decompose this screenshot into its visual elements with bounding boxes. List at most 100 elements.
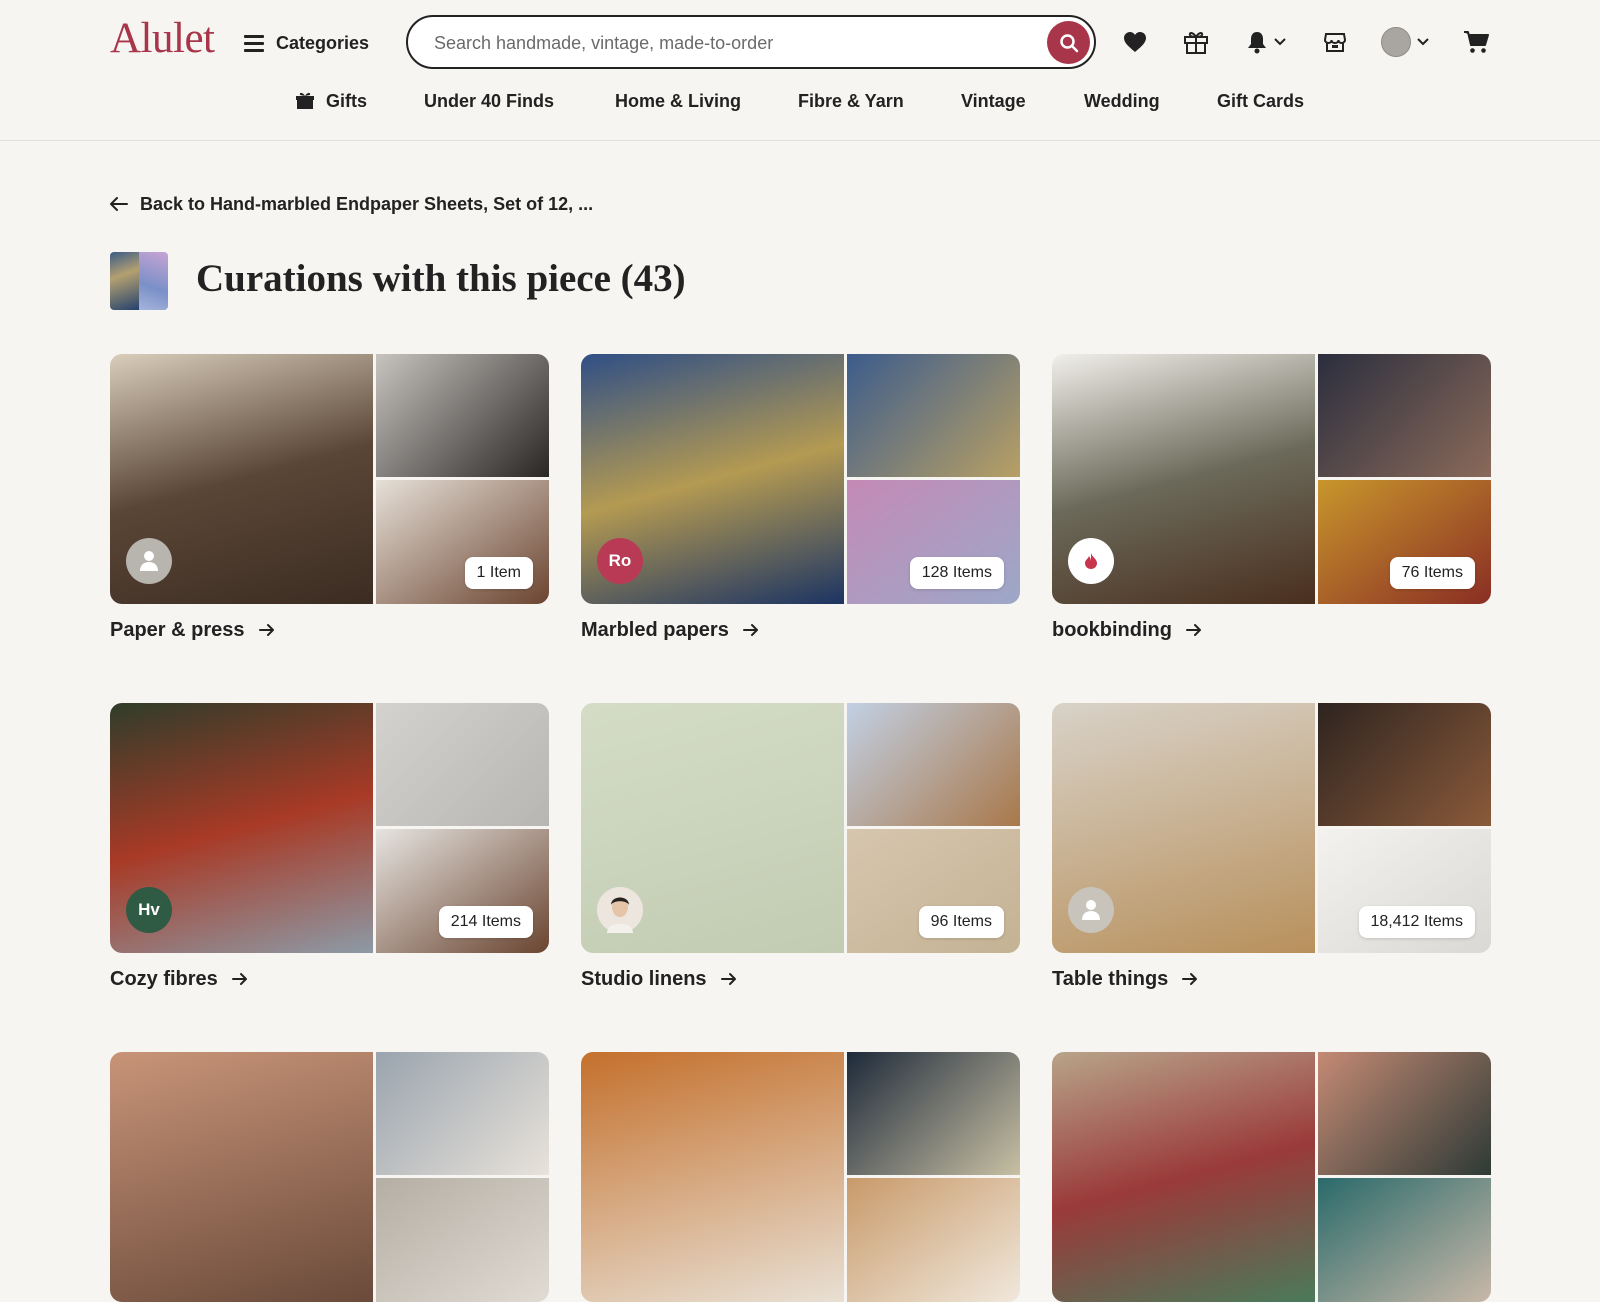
categories-label: Categories <box>276 32 370 53</box>
collage-bottom-image <box>376 1178 549 1302</box>
collection-card[interactable]: 76 Items bookbinding <box>1052 354 1491 641</box>
curator-photo <box>597 887 643 933</box>
collection-card[interactable]: 96 Items Studio linens <box>581 703 1020 990</box>
collection-card[interactable] <box>1052 1052 1491 1302</box>
collection-title: bookbinding <box>1052 618 1172 641</box>
nav-item-vintage[interactable]: Vintage <box>961 86 1026 116</box>
nav-item-home-living[interactable]: Home & Living <box>615 86 741 116</box>
collection-card[interactable]: Ro 128 Items Marbled papers <box>581 354 1020 641</box>
collection-card[interactable]: 1 Item Paper & press <box>110 354 549 641</box>
chevron-down-icon <box>1274 38 1286 46</box>
curator-avatar[interactable]: Ro <box>597 538 643 584</box>
arrow-right-icon <box>1182 973 1198 985</box>
collection-collage[interactable] <box>110 1052 549 1302</box>
collage-top-image <box>1318 354 1491 477</box>
collection-card[interactable] <box>110 1052 549 1302</box>
collection-title-link[interactable]: Cozy fibres <box>110 965 248 993</box>
item-count-badge: 128 Items <box>909 557 1004 589</box>
shop-icon <box>1323 33 1347 52</box>
page-title: Curations with this piece (43) <box>196 257 686 300</box>
arrow-right-icon <box>1185 624 1201 636</box>
arrow-left-icon <box>110 197 128 211</box>
search-bar <box>406 15 1096 69</box>
collection-collage[interactable]: Ro 128 Items <box>581 354 1020 604</box>
collage-bottom-image <box>1318 1178 1491 1302</box>
bell-icon <box>1248 32 1266 54</box>
collage-top-image <box>376 703 549 826</box>
collection-title-link[interactable]: Paper & press <box>110 616 275 644</box>
collection-collage[interactable]: 96 Items <box>581 703 1020 953</box>
avatar <box>1381 27 1411 57</box>
curator-initials: Ro <box>608 551 632 570</box>
chevron-down-icon <box>1417 38 1429 46</box>
curator-avatar[interactable] <box>126 538 172 584</box>
collage-top-image <box>1318 703 1491 826</box>
account-button[interactable] <box>1380 26 1430 58</box>
item-count-badge: 18,412 Items <box>1358 906 1475 938</box>
collection-title: Paper & press <box>110 618 245 641</box>
collection-collage[interactable]: 76 Items <box>1052 354 1491 604</box>
brand-logo[interactable]: Alulet <box>110 14 215 63</box>
collection-collage[interactable] <box>581 1052 1020 1302</box>
collection-title-link[interactable]: Table things <box>1052 965 1198 993</box>
cart-icon <box>1464 31 1489 53</box>
item-count-badge: 76 Items <box>1389 557 1475 589</box>
nav-item-label: Gifts <box>326 90 368 111</box>
arrow-right-icon <box>720 973 736 985</box>
collection-title-link[interactable]: Studio linens <box>581 965 737 993</box>
arrow-right-icon <box>231 973 247 985</box>
person-icon <box>1082 900 1100 920</box>
collage-top-image <box>847 1052 1020 1175</box>
collection-card[interactable]: 18,412 Items Table things <box>1052 703 1491 990</box>
collection-title: Cozy fibres <box>110 967 218 990</box>
collage-top-image <box>376 1052 549 1175</box>
collection-collage[interactable] <box>1052 1052 1491 1302</box>
item-count-badge: 96 Items <box>918 906 1004 938</box>
curator-avatar[interactable] <box>1068 538 1114 584</box>
cart-button[interactable] <box>1462 26 1490 58</box>
nav-item-gifts[interactable]: Gifts <box>296 86 367 116</box>
nav-item-fibre-yarn[interactable]: Fibre & Yarn <box>798 86 904 116</box>
back-link-label: Back to Hand-marbled Endpaper Sheets, Se… <box>140 193 594 214</box>
menu-icon <box>244 35 264 52</box>
curator-initials: Hv <box>138 900 160 919</box>
collage-top-image <box>847 703 1020 826</box>
collection-title: Table things <box>1052 967 1169 990</box>
arrow-right-icon <box>258 624 274 636</box>
person-icon <box>140 551 158 571</box>
search-icon <box>1059 33 1078 52</box>
notifications-button[interactable] <box>1244 26 1288 58</box>
item-count-badge: 214 Items <box>438 906 533 938</box>
collection-collage[interactable]: Hv 214 Items <box>110 703 549 953</box>
nav-item-wedding[interactable]: Wedding <box>1084 86 1160 116</box>
favorites-button[interactable] <box>1122 26 1148 58</box>
heart-icon <box>1124 32 1146 52</box>
curator-avatar[interactable]: Hv <box>126 887 172 933</box>
search-button[interactable] <box>1047 21 1090 64</box>
collage-main-image <box>581 1052 844 1302</box>
collection-card[interactable]: Hv 214 Items Cozy fibres <box>110 703 549 990</box>
gift-mode-button[interactable] <box>1182 26 1210 58</box>
collection-title-link[interactable]: Marbled papers <box>581 616 759 644</box>
categories-button[interactable]: Categories <box>244 28 369 58</box>
shop-manager-button[interactable] <box>1322 26 1348 58</box>
collage-main-image <box>1052 1052 1315 1302</box>
curator-avatar[interactable] <box>1068 887 1114 933</box>
gift-box-icon <box>296 92 314 109</box>
arrow-right-icon <box>742 624 758 636</box>
item-thumbnail <box>110 252 168 310</box>
collage-bottom-image <box>847 1178 1020 1302</box>
collage-top-image <box>1318 1052 1491 1175</box>
collection-collage[interactable]: 18,412 Items <box>1052 703 1491 953</box>
nav-item-under-40[interactable]: Under 40 Finds <box>424 86 554 116</box>
collection-card[interactable] <box>581 1052 1020 1302</box>
nav-item-gift-cards[interactable]: Gift Cards <box>1217 86 1304 116</box>
gift-icon <box>1184 31 1208 54</box>
curator-avatar[interactable] <box>597 887 643 933</box>
search-input[interactable] <box>434 29 1014 57</box>
back-link[interactable]: Back to Hand-marbled Endpaper Sheets, Se… <box>110 192 593 216</box>
collection-title-link[interactable]: bookbinding <box>1052 616 1202 644</box>
collection-collage[interactable]: 1 Item <box>110 354 549 604</box>
collage-main-image <box>110 1052 373 1302</box>
item-count-badge: 1 Item <box>464 557 533 589</box>
